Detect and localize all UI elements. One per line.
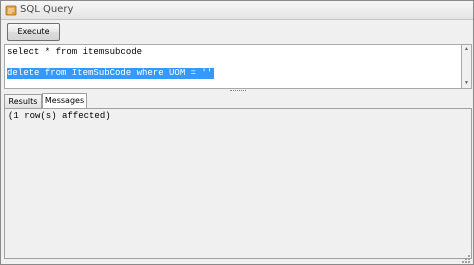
editor-line-selected: delete from ItemSubCode where UOM = '' [7, 68, 215, 79]
sql-editor[interactable]: select * from itemsubcode delete from It… [4, 44, 462, 89]
title-bar[interactable]: SQL Query [1, 1, 473, 20]
sql-query-window: SQL Query Execute select * from itemsubc… [0, 0, 474, 265]
scroll-up-arrow-icon[interactable]: ▲ [462, 45, 471, 54]
splitter-grip-icon[interactable] [230, 90, 246, 92]
app-icon [5, 5, 17, 16]
tab-messages[interactable]: Messages [42, 93, 87, 108]
toolbar: Execute [1, 20, 473, 44]
editor-line: select * from itemsubcode [7, 47, 143, 57]
window-title: SQL Query [20, 4, 74, 15]
message-text: (1 row(s) affected) [8, 111, 111, 121]
editor-scrollbar[interactable]: ▲ ▼ [462, 44, 472, 89]
scroll-down-arrow-icon[interactable]: ▼ [462, 79, 471, 88]
resize-grip-icon[interactable] [461, 254, 471, 264]
tab-strip: Results Messages [1, 93, 473, 108]
tab-results[interactable]: Results [4, 94, 42, 108]
messages-panel: (1 row(s) affected) [4, 108, 472, 259]
execute-button[interactable]: Execute [7, 23, 60, 41]
